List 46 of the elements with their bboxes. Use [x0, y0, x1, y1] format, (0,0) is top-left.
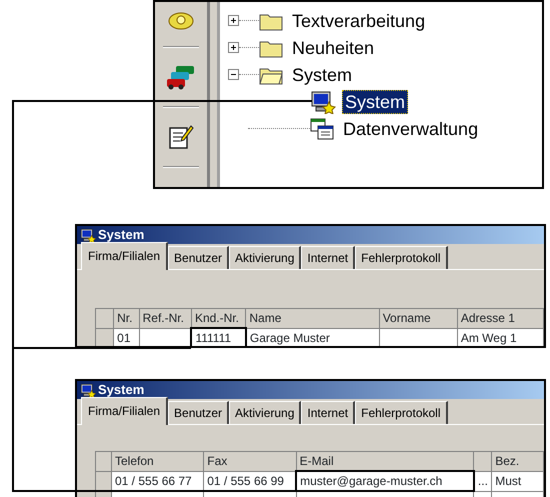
column-header[interactable]: Ref.-Nr. — [139, 308, 192, 328]
tab[interactable]: Firma/Filialen — [81, 242, 168, 270]
tab[interactable]: Internet — [301, 401, 356, 424]
table-cell: Must — [492, 471, 544, 491]
notepad-icon — [168, 124, 194, 150]
computer-icon — [80, 228, 96, 242]
row-header — [96, 452, 112, 471]
table-cell: muster@garage-muster.ch — [296, 471, 474, 491]
cars-icon — [166, 64, 196, 90]
table-cell: Am Weg 1 — [457, 328, 544, 346]
window-title: System — [98, 226, 144, 244]
table-cell: 111111 — [191, 328, 246, 346]
plus-icon[interactable] — [228, 42, 239, 53]
tree-item[interactable]: Textverarbeitung — [289, 8, 428, 32]
tab[interactable]: Fehlerprotokoll — [355, 401, 448, 424]
column-header[interactable]: Name — [246, 308, 380, 328]
column-header[interactable]: Fax — [204, 452, 296, 471]
row-header — [96, 308, 114, 328]
column-header[interactable]: E-Mail — [296, 452, 474, 471]
window-title: System — [98, 381, 144, 400]
blank-header[interactable] — [474, 452, 492, 471]
tab[interactable]: Benutzer — [168, 401, 230, 424]
table-cell: 01 — [114, 328, 140, 346]
tree-item[interactable]: Neuheiten — [289, 36, 378, 60]
table-cell: Garage Muster — [246, 328, 380, 346]
tree-item[interactable]: System — [342, 90, 408, 114]
windows-icon — [310, 118, 334, 140]
tab[interactable]: Aktivierung — [229, 401, 302, 424]
row-header — [96, 471, 112, 491]
column-header[interactable]: Adresse 1 — [457, 308, 544, 328]
computer-icon — [310, 90, 336, 114]
plus-icon[interactable] — [228, 15, 239, 26]
minus-icon[interactable] — [228, 69, 239, 80]
column-header[interactable]: Vorname — [379, 308, 458, 328]
tab[interactable]: Aktivierung — [229, 246, 302, 269]
column-header[interactable]: Bez. — [492, 452, 544, 471]
column-header[interactable]: Telefon — [112, 452, 204, 471]
tree-item[interactable]: System — [289, 62, 356, 86]
column-header[interactable]: Knd.-Nr. — [191, 308, 246, 328]
computer-icon — [80, 382, 96, 398]
column-header[interactable]: Nr. — [114, 308, 140, 328]
tab[interactable]: Firma/Filialen — [81, 397, 168, 425]
tab[interactable]: Internet — [301, 246, 356, 269]
tab[interactable]: Fehlerprotokoll — [355, 246, 448, 269]
tree-item[interactable]: Datenverwaltung — [340, 116, 482, 140]
tab[interactable]: Benutzer — [168, 246, 230, 269]
